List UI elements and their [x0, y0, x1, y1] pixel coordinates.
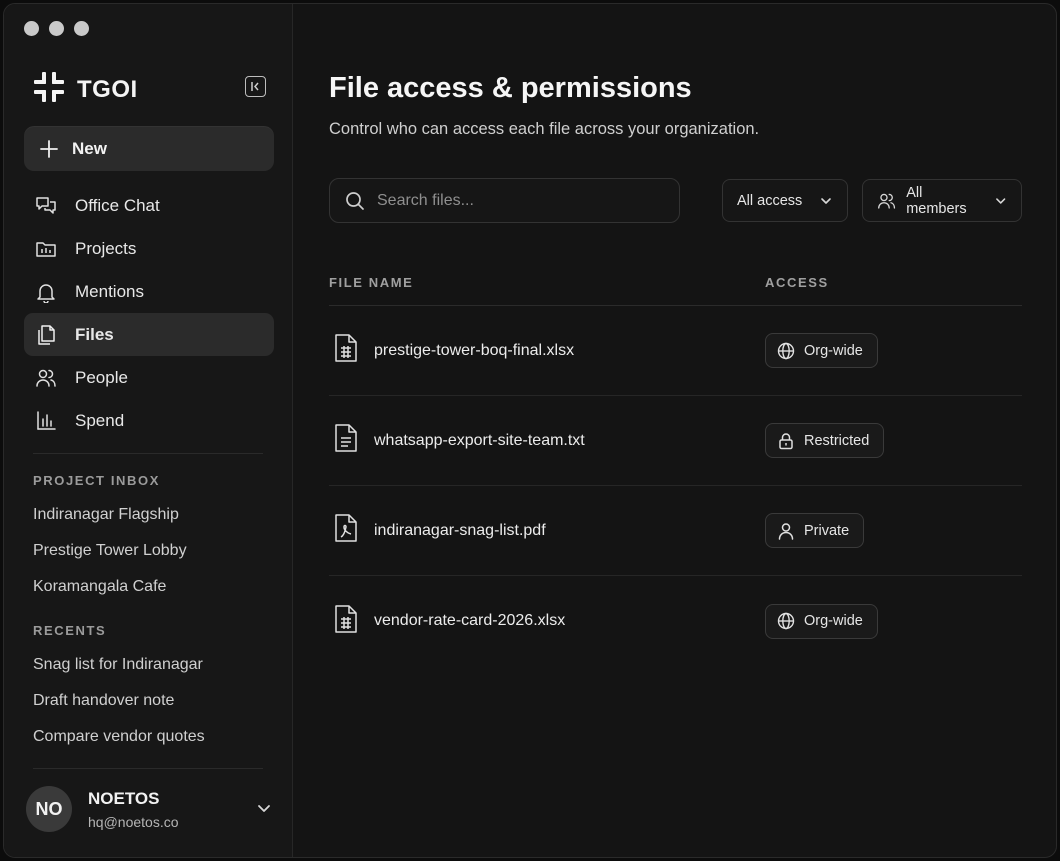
- sidebar-item-label: Office Chat: [75, 195, 160, 215]
- projects-icon: [35, 238, 57, 260]
- file-name[interactable]: whatsapp-export-site-team.txt: [374, 432, 585, 450]
- files-table: FILE NAME ACCESS prestige-tower-boq-fina…: [329, 260, 1022, 666]
- recents-title: RECENTS: [33, 623, 107, 638]
- main-content: File access & permissions Control who ca…: [294, 4, 1056, 857]
- members-filter-dropdown[interactable]: All members: [862, 179, 1022, 222]
- plus-icon: [40, 139, 58, 158]
- file-name-cell: whatsapp-export-site-team.txt: [329, 423, 765, 458]
- access-label: Org-wide: [804, 342, 863, 359]
- members-filter-label: All members: [906, 184, 967, 217]
- page-subtitle: Control who can access each file across …: [329, 120, 760, 138]
- window-controls: [24, 21, 89, 36]
- sidebar-divider: [33, 768, 263, 769]
- access-label: Private: [804, 522, 850, 539]
- sidebar-divider: [33, 453, 263, 454]
- sidebar-item-office-chat[interactable]: Office Chat: [24, 184, 274, 227]
- user-info: NOETOS hq@noetos.co: [88, 789, 179, 830]
- close-window-button[interactable]: [24, 21, 39, 36]
- minimize-window-button[interactable]: [49, 21, 64, 36]
- sidebar-item-label: Files: [75, 324, 114, 344]
- column-header-access[interactable]: ACCESS: [765, 275, 829, 290]
- chat-icon: [35, 195, 57, 217]
- maximize-window-button[interactable]: [74, 21, 89, 36]
- sidebar-item-projects[interactable]: Projects: [24, 227, 274, 270]
- page-title: File access & permissions: [329, 72, 692, 104]
- column-header-file-name[interactable]: FILE NAME: [329, 275, 765, 290]
- user-name: NOETOS: [88, 788, 160, 808]
- sidebar-item-files[interactable]: Files: [24, 313, 274, 356]
- project-inbox-title: PROJECT INBOX: [33, 473, 160, 488]
- recent-item[interactable]: Draft handover note: [33, 692, 174, 710]
- file-name-cell: indiranagar-snag-list.pdf: [329, 513, 765, 548]
- file-name[interactable]: indiranagar-snag-list.pdf: [374, 522, 546, 540]
- chevron-down-icon: [995, 197, 1005, 204]
- table-row[interactable]: indiranagar-snag-list.pdf Private: [329, 486, 1022, 576]
- access-label: Org-wide: [804, 613, 863, 629]
- table-row[interactable]: vendor-rate-card-2026.xlsx Org-wide: [329, 576, 1022, 666]
- people-icon: [878, 193, 896, 209]
- app-window: TGOI New Office Chat Projects Mentions F…: [3, 3, 1057, 858]
- brand: TGOI: [33, 71, 138, 108]
- sidebar-item-label: Spend: [75, 410, 125, 430]
- recent-item[interactable]: Snag list for Indiranagar: [33, 656, 203, 674]
- user-email: hq@noetos.co: [88, 813, 179, 830]
- access-badge[interactable]: Org-wide: [765, 603, 878, 639]
- sidebar-item-people[interactable]: People: [24, 356, 274, 399]
- access-filter-dropdown[interactable]: All access: [722, 179, 848, 222]
- pdf-file-icon: [334, 513, 358, 548]
- access-filter-label: All access: [737, 192, 803, 209]
- file-name[interactable]: prestige-tower-boq-final.xlsx: [374, 342, 574, 360]
- new-button-label: New: [72, 138, 107, 158]
- search-input[interactable]: [377, 191, 657, 210]
- search-icon: [346, 191, 364, 210]
- table-row[interactable]: prestige-tower-boq-final.xlsx Org-wide: [329, 306, 1022, 396]
- sidebar-nav: Office Chat Projects Mentions Files Peop…: [24, 184, 274, 442]
- person-icon: [778, 522, 794, 540]
- globe-icon: [777, 342, 795, 359]
- spreadsheet-file-icon: [334, 333, 358, 368]
- search-box[interactable]: [329, 178, 680, 223]
- sidebar-item-label: Mentions: [75, 281, 144, 301]
- file-name-cell: prestige-tower-boq-final.xlsx: [329, 333, 765, 368]
- brand-name: TGOI: [77, 75, 138, 103]
- text-file-icon: [334, 423, 358, 458]
- new-button[interactable]: New: [24, 126, 274, 171]
- table-header: FILE NAME ACCESS: [329, 260, 1022, 306]
- avatar: NO: [26, 786, 72, 832]
- collapse-sidebar-button[interactable]: [245, 76, 266, 97]
- chart-icon: [35, 410, 57, 432]
- file-name-cell: vendor-rate-card-2026.xlsx: [329, 604, 765, 639]
- sidebar-item-label: Projects: [75, 238, 137, 258]
- sidebar-item-spend[interactable]: Spend: [24, 399, 274, 442]
- logo-icon: [33, 71, 65, 108]
- recent-item[interactable]: Compare vendor quotes: [33, 728, 205, 746]
- table-row[interactable]: whatsapp-export-site-team.txt Restricted: [329, 396, 1022, 486]
- project-inbox-item[interactable]: Prestige Tower Lobby: [33, 542, 187, 560]
- sidebar: TGOI New Office Chat Projects Mentions F…: [4, 4, 293, 857]
- access-badge[interactable]: Private: [765, 513, 865, 548]
- sidebar-item-mentions[interactable]: Mentions: [24, 270, 274, 313]
- bell-icon: [35, 281, 57, 303]
- collapse-icon: [251, 82, 259, 91]
- project-inbox-item[interactable]: Indiranagar Flagship: [33, 506, 179, 524]
- files-icon: [35, 324, 57, 346]
- project-inbox-item[interactable]: Koramangala Cafe: [33, 578, 166, 596]
- access-badge[interactable]: Org-wide: [765, 333, 878, 368]
- lock-icon: [779, 432, 793, 449]
- access-badge[interactable]: Restricted: [765, 423, 885, 458]
- people-icon: [35, 367, 57, 389]
- spreadsheet-file-icon: [334, 604, 358, 639]
- chevron-down-icon[interactable]: [256, 800, 272, 821]
- file-name[interactable]: vendor-rate-card-2026.xlsx: [374, 612, 565, 630]
- globe-icon: [777, 612, 795, 630]
- chevron-down-icon: [821, 197, 831, 204]
- access-label: Restricted: [804, 432, 870, 449]
- sidebar-item-label: People: [75, 367, 128, 387]
- user-menu[interactable]: NO NOETOS hq@noetos.co: [26, 784, 276, 834]
